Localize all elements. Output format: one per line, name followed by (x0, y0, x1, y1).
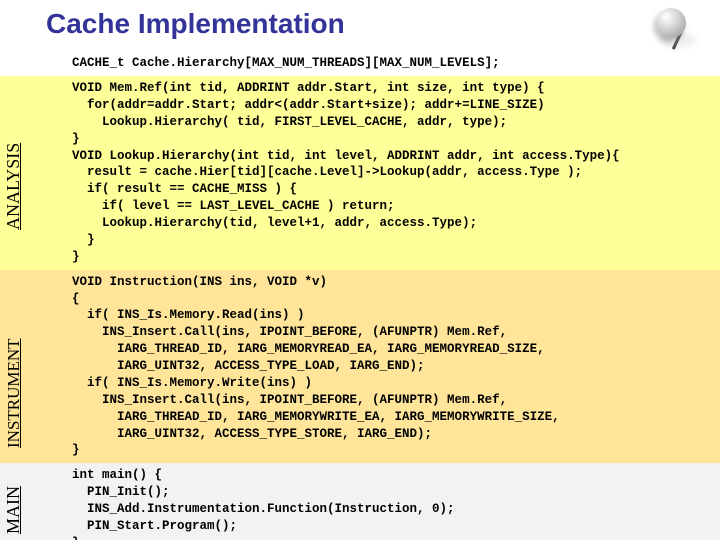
main-section: MAIN int main() { PIN_Init(); INS_Add.In… (0, 463, 720, 540)
declaration-line: CACHE_t Cache.Hierarchy[MAX_NUM_THREADS]… (0, 52, 720, 76)
instrument-section: INSTRUMENT VOID Instruction(INS ins, VOI… (0, 270, 720, 464)
slide: Cache Implementation CACHE_t Cache.Hiera… (0, 0, 720, 540)
analysis-code: VOID Mem.Ref(int tid, ADDRINT addr.Start… (0, 76, 720, 270)
analysis-section: ANALYSIS VOID Mem.Ref(int tid, ADDRINT a… (0, 76, 720, 270)
code-sections: ANALYSIS VOID Mem.Ref(int tid, ADDRINT a… (0, 76, 720, 540)
analysis-label: ANALYSIS (3, 142, 24, 229)
pushpin-icon (648, 4, 708, 60)
main-label: MAIN (3, 486, 24, 534)
instrument-code: VOID Instruction(INS ins, VOID *v) { if(… (0, 270, 720, 464)
instrument-label: INSTRUMENT (4, 339, 24, 449)
slide-title: Cache Implementation (46, 8, 674, 40)
title-bar: Cache Implementation (0, 0, 720, 52)
main-code: int main() { PIN_Init(); INS_Add.Instrum… (0, 463, 720, 540)
